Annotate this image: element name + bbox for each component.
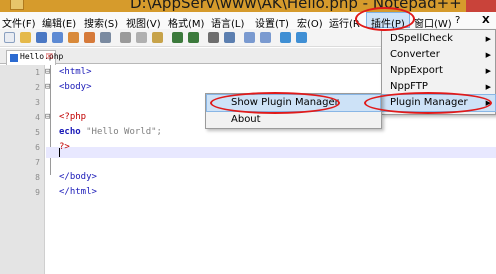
menu-item-label: Converter [390,49,440,60]
undo-icon[interactable] [172,32,183,43]
menu-language[interactable]: 语言(L) [211,15,244,30]
title-bar: D:\AppServ\www\AK\Hello.php - Notepad++ … [0,0,496,12]
submenu-arrow-icon: ▶ [485,35,491,43]
zoom-in-icon[interactable] [244,32,255,43]
code-line-4: <?php [59,112,87,122]
plugins-dropdown-menu: DSpellCheck ▶ Converter ▶ NppExport ▶ Np… [381,29,496,115]
line-number: 2 [35,83,40,92]
menu-settings[interactable]: 设置(T) [255,15,289,30]
code-line-2: <body> [59,82,92,92]
menu-run[interactable]: 运行(R [329,15,360,30]
line-number: 7 [35,158,40,167]
menu-item-label: NppFTP [390,81,428,92]
copy-icon[interactable] [136,32,147,43]
line-number: 3 [35,98,40,107]
line-number: 5 [35,128,40,137]
submenu-arrow-icon: ▶ [485,99,491,107]
notepad-app-icon [10,0,24,10]
menu-close-doc[interactable]: X [482,15,490,26]
menu-plugins[interactable]: 插件(P) [366,12,410,30]
menu-window[interactable]: 窗口(W) [414,15,452,30]
code-line-6: ?> [59,142,70,152]
tab-hello-php[interactable]: Hello.php ☒ [6,50,63,65]
print-icon[interactable] [100,32,111,43]
sync-vertical-icon[interactable] [280,32,291,43]
fold-toggle-icon[interactable]: ⊟ [45,82,55,92]
menu-format[interactable]: 格式(M) [168,15,204,30]
new-file-icon[interactable] [4,32,15,43]
menu-item-label: DSpellCheck [390,33,453,44]
redo-icon[interactable] [188,32,199,43]
open-file-icon[interactable] [20,32,31,43]
fold-toggle-icon[interactable]: ⊟ [45,112,55,122]
php-string: "Hello World"; [86,127,162,137]
submenu-arrow-icon: ▶ [485,51,491,59]
current-line-highlight [46,147,496,158]
menu-view[interactable]: 视图(V) [126,15,161,30]
fold-toggle-icon[interactable]: ⊟ [45,67,55,77]
plugins-item-dspellcheck[interactable]: DSpellCheck ▶ [382,31,495,47]
line-number: 1 [35,68,40,77]
php-echo-keyword: echo [59,127,81,137]
close-all-icon[interactable] [84,32,95,43]
save-icon[interactable] [36,32,47,43]
paste-icon[interactable] [152,32,163,43]
code-line-1: <html> [59,67,92,77]
window-title: D:\AppServ\www\AK\Hello.php - Notepad++ … [130,0,496,12]
zoom-out-icon[interactable] [260,32,271,43]
plugins-item-plugin-manager[interactable]: Plugin Manager ▶ [381,94,496,112]
menu-item-label: Plugin Manager [390,97,468,108]
menu-search[interactable]: 搜索(S) [84,15,118,30]
plugins-item-nppftp[interactable]: NppFTP ▶ [382,79,495,95]
menu-bar: 文件(F) 编辑(E) 搜索(S) 视图(V) 格式(M) 语言(L) 设置(T… [0,12,496,30]
tab-close-icon[interactable]: ☒ [46,52,53,61]
plugin-manager-submenu: Show Plugin Manager About [205,93,382,129]
submenu-arrow-icon: ▶ [485,83,491,91]
window-close-button[interactable] [466,0,496,12]
replace-icon[interactable] [224,32,235,43]
menu-edit[interactable]: 编辑(E) [42,15,76,30]
menu-macro[interactable]: 宏(O) [297,15,323,30]
save-all-icon[interactable] [52,32,63,43]
close-file-icon[interactable] [68,32,79,43]
code-line-5: echo "Hello World"; [59,127,162,137]
code-line-8: </body> [59,172,97,182]
line-number-gutter: 1 2 3 4 5 6 7 8 9 [0,65,45,274]
menu-help[interactable]: ? [455,15,460,26]
line-number: 9 [35,188,40,197]
find-icon[interactable] [208,32,219,43]
about-item[interactable]: About [207,112,380,128]
plugins-item-converter[interactable]: Converter ▶ [382,47,495,63]
menu-item-label: NppExport [390,65,443,76]
line-number: 4 [35,113,40,122]
line-number: 8 [35,173,40,182]
sync-horizontal-icon[interactable] [296,32,307,43]
tab-label: Hello.php [20,52,64,61]
show-plugin-manager-item[interactable]: Show Plugin Manager [206,94,381,112]
line-number: 6 [35,143,40,152]
file-icon [10,54,18,62]
cut-icon[interactable] [120,32,131,43]
menu-file[interactable]: 文件(F) [2,15,36,30]
plugins-item-nppexport[interactable]: NppExport ▶ [382,63,495,79]
code-line-9: </html> [59,187,97,197]
submenu-arrow-icon: ▶ [485,67,491,75]
